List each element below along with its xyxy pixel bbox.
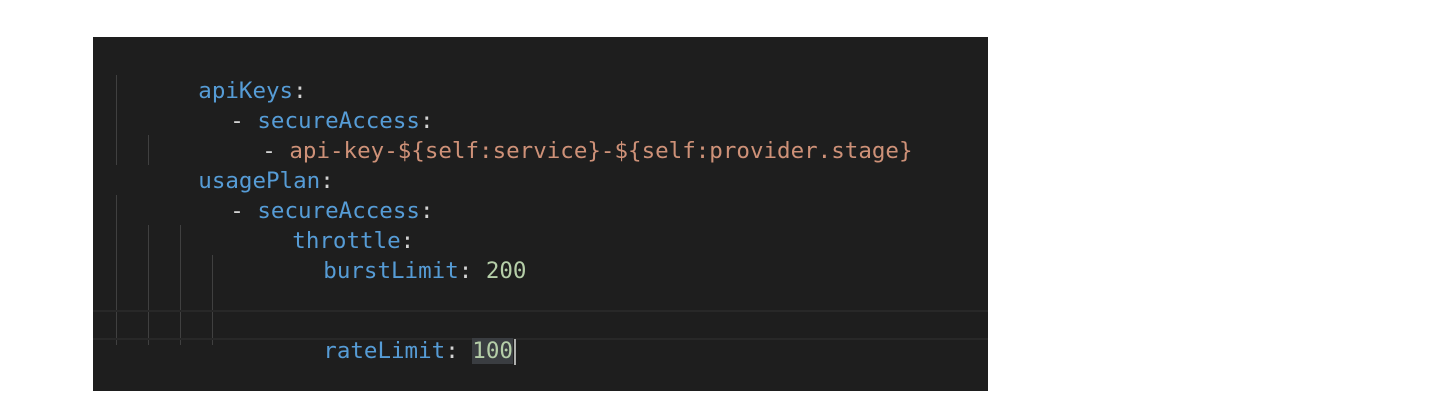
yaml-key: rateLimit: [323, 338, 446, 364]
code-line[interactable]: throttle:: [93, 196, 414, 254]
yaml-colon: :: [445, 338, 473, 364]
text-cursor: [513, 338, 516, 365]
code-editor[interactable]: apiKeys: - secureAccess: - api-key-${sel…: [93, 37, 988, 391]
yaml-number-value-selected: 100: [472, 338, 513, 364]
code-line[interactable]: - api-key-${self:service}-${self:provide…: [93, 106, 912, 164]
yaml-colon: :: [458, 258, 486, 284]
code-line[interactable]: - secureAccess:: [93, 76, 433, 134]
yaml-key: burstLimit: [323, 258, 459, 284]
code-line[interactable]: - secureAccess:: [93, 166, 433, 224]
yaml-number-value: 200: [485, 258, 527, 284]
yaml-colon: :: [419, 198, 434, 224]
code-line[interactable]: burstLimit: 200: [93, 226, 526, 284]
code-line[interactable]: usagePlan:: [93, 136, 333, 194]
code-line[interactable]: apiKeys:: [93, 46, 306, 104]
current-code-line[interactable]: rateLimit: 100: [93, 310, 988, 365]
yaml-string-value: api-key-${self:service}-${self:provider.…: [289, 138, 913, 164]
